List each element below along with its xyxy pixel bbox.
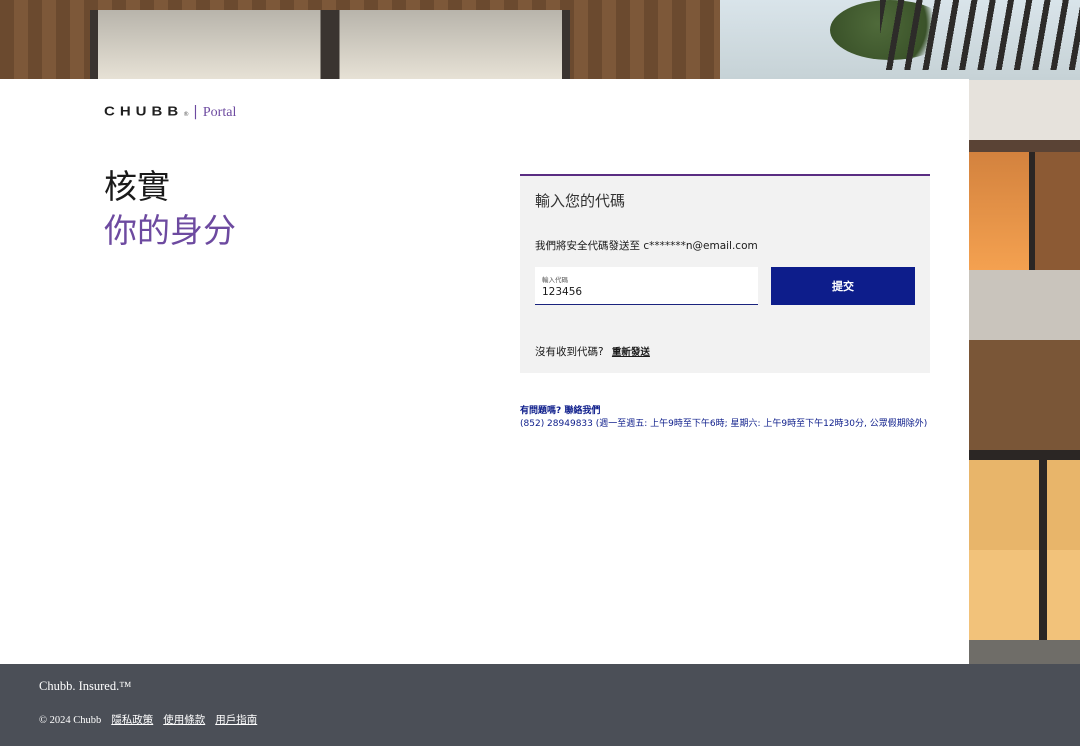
chubb-portal-logo[interactable]: CHUBB ® | Portal [104,103,236,121]
resend-link[interactable]: 重新發送 [612,347,650,358]
code-input-container[interactable]: 輸入代碼 [535,267,758,305]
no-code-text: 沒有收到代碼? [535,346,604,358]
user-guide-link[interactable]: 用戶指南 [215,712,257,727]
verification-title: 輸入您的代碼 [535,192,626,210]
help-title-link[interactable]: 有問題嗎? 聯絡我們 [520,405,930,418]
code-sent-info: 我們將安全代碼發送至 c*******n@email.com [535,240,758,252]
logo-separator: | [193,104,198,120]
resend-row: 沒有收到代碼? 重新發送 [535,344,650,359]
page-title: 核實 你的身分 [104,165,236,253]
privacy-policy-link[interactable]: 隱私政策 [111,712,153,727]
portal-label: Portal [202,105,237,120]
submit-button[interactable]: 提交 [771,267,915,305]
page-title-line2: 你的身分 [104,211,236,250]
background-house-side [969,80,1080,664]
copyright: © 2024 Chubb [39,715,102,726]
registered-mark: ® [183,111,190,118]
main-panel: CHUBB ® | Portal 核實 你的身分 輸入您的代碼 我們將安全代碼發… [0,79,969,664]
brand-logo-text: CHUBB [104,104,184,119]
help-contact: 有問題嗎? 聯絡我們 (852) 28949833 (週一至週五: 上午9時至下… [520,405,930,431]
code-input[interactable] [542,285,742,299]
footer-links: © 2024 Chubb 隱私政策 使用條款 用戶指南 [39,712,257,727]
background-window [90,10,570,80]
background-pergola [880,0,1080,70]
page-title-line1: 核實 [104,167,170,206]
footer-tagline: Chubb. Insured.™ [39,679,132,693]
terms-of-use-link[interactable]: 使用條款 [163,712,205,727]
verification-card: 輸入您的代碼 我們將安全代碼發送至 c*******n@email.com 輸入… [520,174,930,373]
footer: Chubb. Insured.™ © 2024 Chubb 隱私政策 使用條款 … [0,664,1080,746]
code-input-label: 輸入代碼 [542,276,568,284]
help-phone-hours: (852) 28949833 (週一至週五: 上午9時至下午6時; 星期六: 上… [520,419,928,429]
